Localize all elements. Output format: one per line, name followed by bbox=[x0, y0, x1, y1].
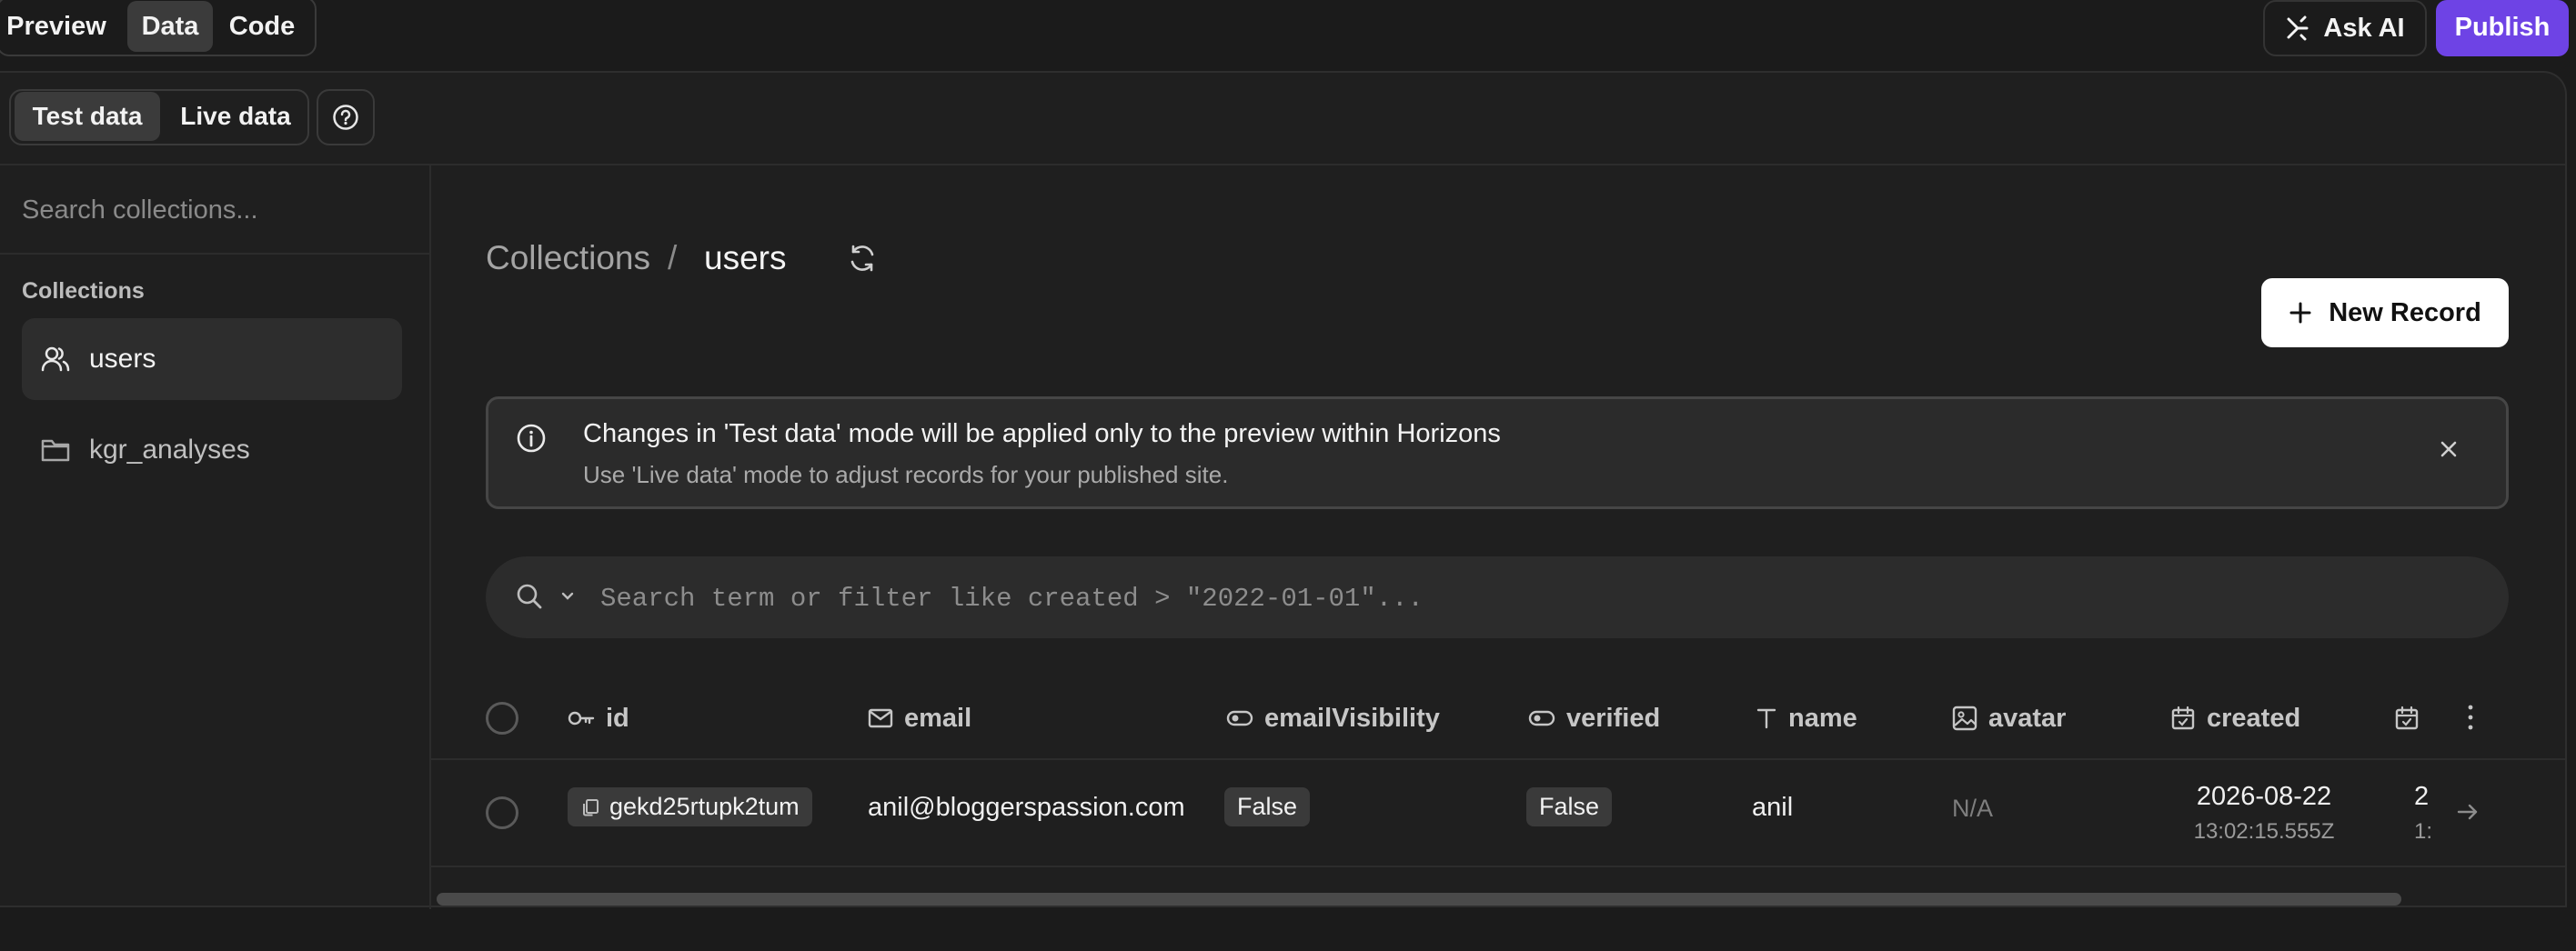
collections-sidebar: Collections users kgr_analyses bbox=[0, 164, 431, 909]
sidebar-item-label: kgr_analyses bbox=[89, 435, 250, 465]
collection-search-input[interactable] bbox=[20, 189, 406, 231]
close-icon[interactable] bbox=[2437, 437, 2460, 461]
toggle-icon bbox=[1226, 709, 1253, 727]
column-email[interactable]: email bbox=[868, 678, 971, 758]
row-checkbox[interactable] bbox=[486, 796, 518, 829]
record-search-input[interactable] bbox=[599, 576, 2476, 620]
calendar-icon bbox=[2394, 706, 2420, 731]
tab-live-data[interactable]: Live data bbox=[167, 92, 304, 141]
refresh-button[interactable] bbox=[846, 242, 879, 275]
column-label: email bbox=[904, 703, 972, 733]
breadcrumb-current: users bbox=[704, 239, 787, 276]
chevron-down-icon[interactable] bbox=[560, 591, 575, 602]
tab-data[interactable]: Data bbox=[127, 1, 213, 52]
column-name[interactable]: name bbox=[1756, 678, 1857, 758]
question-circle-icon bbox=[332, 104, 359, 131]
data-mode-switcher: Test data Live data bbox=[9, 89, 309, 145]
info-icon bbox=[516, 423, 547, 454]
created-date: 2026-08-22 bbox=[2196, 782, 2332, 811]
column-email-visibility[interactable]: emailVisibility bbox=[1226, 678, 1440, 758]
tab-test-data[interactable]: Test data bbox=[15, 92, 160, 141]
column-label: id bbox=[606, 703, 629, 733]
sidebar-item-users[interactable]: users bbox=[22, 318, 402, 400]
folder-icon bbox=[40, 436, 71, 464]
ask-ai-label: Ask AI bbox=[2323, 13, 2405, 43]
boolean-badge: False bbox=[1224, 787, 1311, 826]
column-avatar[interactable]: avatar bbox=[1952, 678, 2066, 758]
record-id: gekd25rtupk2tum bbox=[609, 793, 800, 820]
column-options-button[interactable] bbox=[2465, 702, 2476, 733]
column-id[interactable]: id bbox=[568, 678, 629, 758]
banner-subtitle: Use 'Live data' mode to adjust records f… bbox=[583, 461, 1229, 488]
updated-date: 2 bbox=[2414, 782, 2430, 811]
banner-title: Changes in 'Test data' mode will be appl… bbox=[583, 419, 1501, 448]
boolean-badge: False bbox=[1526, 787, 1613, 826]
arrow-right-icon[interactable] bbox=[2454, 798, 2481, 826]
column-label: avatar bbox=[1988, 703, 2067, 733]
more-vertical-icon bbox=[2465, 702, 2476, 733]
column-updated[interactable] bbox=[2394, 678, 2420, 758]
top-bar: Preview Data Code Ask AI Publish bbox=[0, 0, 2576, 71]
collections-heading: Collections bbox=[22, 278, 145, 304]
publish-button[interactable]: Publish bbox=[2436, 0, 2569, 56]
text-icon bbox=[1756, 706, 1777, 730]
updated-time: 1: bbox=[2414, 819, 2433, 844]
created-time: 13:02:15.555Z bbox=[2193, 819, 2335, 844]
records-table: id email emailVisibility verified name a… bbox=[431, 678, 2565, 951]
column-label: name bbox=[1788, 703, 1857, 733]
image-icon bbox=[1952, 706, 1977, 731]
ask-ai-button[interactable]: Ask AI bbox=[2263, 0, 2427, 56]
cell-email-visibility: False bbox=[1224, 787, 1311, 826]
plus-icon bbox=[2289, 301, 2312, 325]
column-label: created bbox=[2207, 703, 2301, 733]
copy-icon[interactable] bbox=[580, 797, 600, 817]
cell-id[interactable]: gekd25rtupk2tum bbox=[568, 787, 812, 826]
mail-icon bbox=[868, 707, 893, 729]
cell-verified: False bbox=[1526, 787, 1613, 826]
sidebar-item-label: users bbox=[89, 344, 156, 374]
cell-avatar: N/A bbox=[1952, 795, 1994, 822]
search-icon bbox=[515, 582, 544, 611]
new-record-button[interactable]: New Record bbox=[2261, 278, 2509, 347]
table-header: id email emailVisibility verified name a… bbox=[431, 678, 2565, 760]
toggle-icon bbox=[1528, 709, 1555, 727]
column-label: emailVisibility bbox=[1264, 703, 1440, 733]
breadcrumb-root[interactable]: Collections bbox=[486, 238, 650, 278]
cell-created: 2026-08-22 13:02:15.555Z bbox=[2159, 782, 2369, 845]
cell-updated: 2 1: bbox=[2414, 782, 2434, 845]
collection-search bbox=[0, 164, 429, 255]
sidebar-item-kgr-analyses[interactable]: kgr_analyses bbox=[22, 409, 402, 491]
record-search bbox=[486, 556, 2509, 638]
panel-header: Test data Live data bbox=[0, 73, 2565, 165]
data-panel: Test data Live data Collections users kg… bbox=[0, 71, 2567, 909]
tab-preview[interactable]: Preview bbox=[5, 1, 107, 52]
breadcrumb-separator: / bbox=[668, 239, 678, 276]
new-record-label: New Record bbox=[2329, 297, 2481, 327]
sparkle-icon bbox=[2285, 15, 2310, 41]
refresh-icon bbox=[846, 242, 879, 275]
help-button[interactable] bbox=[317, 89, 375, 145]
view-switcher: Preview Data Code bbox=[0, 0, 317, 56]
cell-email: anil@bloggerspassion.com bbox=[868, 793, 1185, 822]
calendar-icon bbox=[2170, 706, 2196, 731]
column-created[interactable]: created bbox=[2170, 678, 2300, 758]
key-icon bbox=[568, 709, 595, 727]
collection-main: Collections / users New Record Changes i… bbox=[431, 164, 2565, 909]
horizontal-scrollbar[interactable] bbox=[437, 893, 2401, 906]
info-banner: Changes in 'Test data' mode will be appl… bbox=[486, 396, 2509, 509]
column-label: verified bbox=[1566, 703, 1661, 733]
tab-code[interactable]: Code bbox=[220, 1, 304, 52]
users-icon bbox=[40, 344, 71, 375]
cell-name: anil bbox=[1752, 793, 1794, 822]
select-all-checkbox[interactable] bbox=[486, 702, 518, 735]
column-verified[interactable]: verified bbox=[1528, 678, 1660, 758]
table-row[interactable]: gekd25rtupk2tum anil@bloggerspassion.com… bbox=[431, 760, 2565, 867]
